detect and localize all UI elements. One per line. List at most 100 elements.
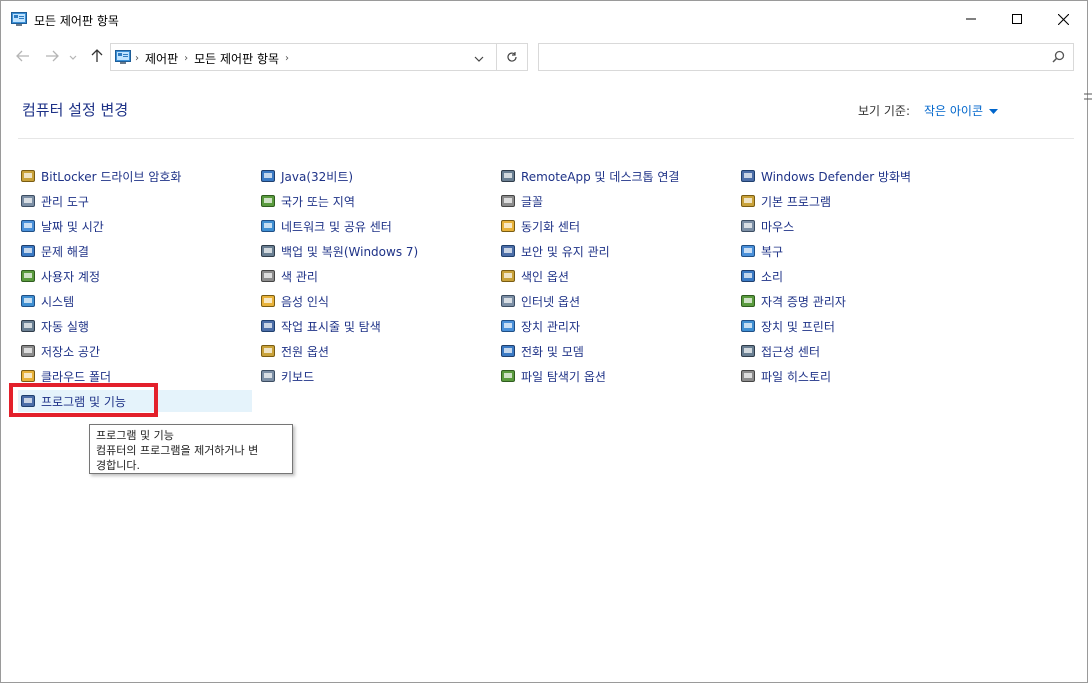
up-arrow-icon: [91, 48, 103, 66]
address-bar[interactable]: › 제어판 › 모든 제어판 항목 ›: [110, 43, 528, 71]
control-panel-item-label: 작업 표시줄 및 탐색: [281, 319, 381, 334]
up-button[interactable]: [86, 46, 108, 68]
minimize-button[interactable]: [948, 1, 994, 37]
refresh-button[interactable]: [501, 48, 523, 68]
control-panel-item-label: 날짜 및 시간: [41, 219, 104, 234]
address-dropdown-button[interactable]: [469, 48, 489, 68]
control-panel-item-label: 자동 실행: [41, 319, 89, 334]
control-panel-item[interactable]: 복구: [738, 240, 972, 262]
chevron-right-icon[interactable]: ›: [184, 53, 188, 64]
control-panel-item[interactable]: Java(32비트): [258, 165, 492, 187]
control-panel-item[interactable]: 파일 탐색기 옵션: [498, 365, 732, 387]
control-panel-item[interactable]: 백업 및 복원(Windows 7): [258, 240, 492, 262]
tooltip-title: 프로그램 및 기능: [96, 429, 174, 442]
control-panel-item[interactable]: 전화 및 모뎀: [498, 340, 732, 362]
control-panel-item-label: 사용자 계정: [41, 269, 101, 284]
control-panel-item[interactable]: 장치 관리자: [498, 315, 732, 337]
forward-button[interactable]: [41, 46, 63, 68]
breadcrumb-all-items[interactable]: 모든 제어판 항목: [194, 50, 279, 67]
window-title: 모든 제어판 항목: [34, 14, 119, 28]
control-panel-item[interactable]: 전원 옵션: [258, 340, 492, 362]
control-panel-item-label: 전화 및 모뎀: [521, 344, 584, 359]
scroll-hint: [1082, 90, 1092, 104]
applet-icon: [740, 293, 756, 309]
applet-icon: [20, 268, 36, 284]
applet-icon: [500, 168, 516, 184]
applet-icon: [260, 243, 276, 259]
control-panel-item[interactable]: 음성 인식: [258, 290, 492, 312]
control-panel-item[interactable]: Windows Defender 방화벽: [738, 165, 972, 187]
control-panel-item-label: 접근성 센터: [761, 344, 821, 359]
view-by-value: 작은 아이콘: [924, 104, 984, 118]
search-icon[interactable]: [1052, 50, 1065, 66]
maximize-button[interactable]: [994, 1, 1040, 37]
close-button[interactable]: [1040, 1, 1086, 37]
search-box[interactable]: [538, 43, 1074, 71]
control-panel-item-label: 전원 옵션: [281, 344, 329, 359]
control-panel-item[interactable]: 관리 도구: [18, 190, 252, 212]
control-panel-item[interactable]: 국가 또는 지역: [258, 190, 492, 212]
applet-icon: [740, 193, 756, 209]
control-panel-item-label: 저장소 공간: [41, 344, 101, 359]
control-panel-item[interactable]: 소리: [738, 265, 972, 287]
control-panel-item-label: 시스템: [41, 294, 75, 309]
header-divider: [18, 138, 1074, 139]
control-panel-item[interactable]: BitLocker 드라이브 암호화: [18, 165, 252, 187]
control-panel-item[interactable]: 장치 및 프린터: [738, 315, 972, 337]
applet-icon: [20, 343, 36, 359]
control-panel-item[interactable]: 날짜 및 시간: [18, 215, 252, 237]
caret-down-icon: [989, 104, 999, 118]
control-panel-item[interactable]: 자격 증명 관리자: [738, 290, 972, 312]
control-panel-item[interactable]: RemoteApp 및 데스크톱 연결: [498, 165, 732, 187]
control-panel-item[interactable]: 사용자 계정: [18, 265, 252, 287]
applet-icon: [20, 293, 36, 309]
red-highlight-box: [9, 383, 158, 417]
applet-icon: [500, 293, 516, 309]
control-panel-item[interactable]: 자동 실행: [18, 315, 252, 337]
search-input[interactable]: [543, 47, 1037, 69]
chevron-right-icon[interactable]: ›: [285, 53, 289, 64]
control-panel-item[interactable]: 파일 히스토리: [738, 365, 972, 387]
applet-icon: [260, 268, 276, 284]
control-panel-item[interactable]: 문제 해결: [18, 240, 252, 262]
applet-icon: [500, 318, 516, 334]
control-panel-item-label: 동기화 센터: [521, 219, 581, 234]
control-panel-item[interactable]: 색 관리: [258, 265, 492, 287]
applet-icon: [20, 368, 36, 384]
applet-icon: [500, 268, 516, 284]
view-by-dropdown[interactable]: 작은 아이콘: [924, 102, 999, 119]
control-panel-item[interactable]: 저장소 공간: [18, 340, 252, 362]
control-panel-item-label: 글꼴: [521, 194, 544, 209]
control-panel-item[interactable]: 글꼴: [498, 190, 732, 212]
minimize-icon: [966, 14, 976, 24]
control-panel-item[interactable]: 시스템: [18, 290, 252, 312]
applet-icon: [260, 218, 276, 234]
control-panel-item-label: 소리: [761, 269, 784, 284]
control-panel-item[interactable]: 동기화 센터: [498, 215, 732, 237]
control-panel-item-label: 색인 옵션: [521, 269, 569, 284]
control-panel-item[interactable]: 보안 및 유지 관리: [498, 240, 732, 262]
control-panel-item-label: 보안 및 유지 관리: [521, 244, 610, 259]
control-panel-item-label: 키보드: [281, 369, 315, 384]
control-panel-item[interactable]: 마우스: [738, 215, 972, 237]
applet-icon: [20, 318, 36, 334]
control-panel-item[interactable]: 색인 옵션: [498, 265, 732, 287]
applet-icon: [500, 218, 516, 234]
control-panel-item[interactable]: 작업 표시줄 및 탐색: [258, 315, 492, 337]
control-panel-item[interactable]: 네트워크 및 공유 센터: [258, 215, 492, 237]
back-button[interactable]: [12, 46, 34, 68]
chevron-right-icon[interactable]: ›: [135, 53, 139, 64]
control-panel-item[interactable]: 인터넷 옵션: [498, 290, 732, 312]
chevron-down-icon: [474, 51, 484, 65]
refresh-icon: [506, 51, 518, 66]
title-bar[interactable]: 모든 제어판 항목: [1, 1, 1087, 37]
control-panel-item-label: 기본 프로그램: [761, 194, 832, 209]
divider: [496, 44, 497, 70]
control-panel-item-label: 네트워크 및 공유 센터: [281, 219, 392, 234]
applet-icon: [500, 368, 516, 384]
control-panel-item[interactable]: 기본 프로그램: [738, 190, 972, 212]
control-panel-item[interactable]: 접근성 센터: [738, 340, 972, 362]
recent-locations-button[interactable]: [66, 46, 80, 68]
breadcrumb-control-panel[interactable]: 제어판: [145, 50, 178, 67]
control-panel-item[interactable]: 키보드: [258, 365, 492, 387]
